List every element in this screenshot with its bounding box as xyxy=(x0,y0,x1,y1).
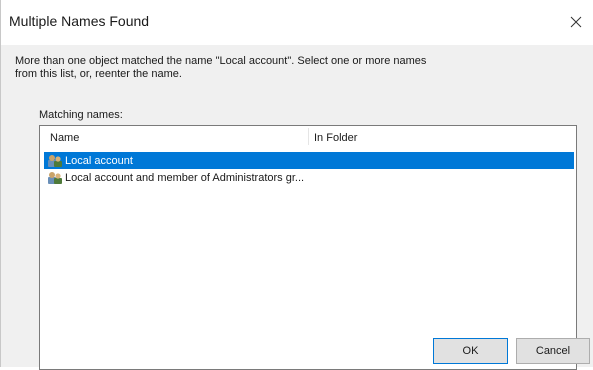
user-group-icon xyxy=(48,154,62,167)
dialog-title: Multiple Names Found xyxy=(9,13,150,29)
title-bar: Multiple Names Found xyxy=(1,0,593,45)
list-item-name: Local account and member of Administrato… xyxy=(65,171,305,184)
column-divider[interactable] xyxy=(308,128,309,145)
matching-names-label: Matching names: xyxy=(39,109,123,121)
close-button[interactable] xyxy=(559,6,593,38)
list-header: Name In Folder xyxy=(40,126,576,146)
user-group-icon xyxy=(48,171,62,184)
close-icon xyxy=(570,16,582,28)
dialog-body: More than one object matched the name "L… xyxy=(1,45,593,370)
list-item[interactable]: Local account xyxy=(44,152,574,169)
list-item-name: Local account xyxy=(65,154,133,167)
cancel-button[interactable]: Cancel xyxy=(516,338,590,364)
column-header-in-folder[interactable]: In Folder xyxy=(314,132,357,144)
list-rows: Local account Local account and member o… xyxy=(44,152,574,186)
column-header-name[interactable]: Name xyxy=(50,132,79,144)
list-item[interactable]: Local account and member of Administrato… xyxy=(44,169,574,186)
instruction-text: More than one object matched the name "L… xyxy=(15,55,427,80)
dialog-window: Multiple Names Found More than one objec… xyxy=(0,0,593,370)
matching-names-list[interactable]: Name In Folder Local account Local accou… xyxy=(39,125,577,370)
ok-button[interactable]: OK xyxy=(433,338,508,364)
